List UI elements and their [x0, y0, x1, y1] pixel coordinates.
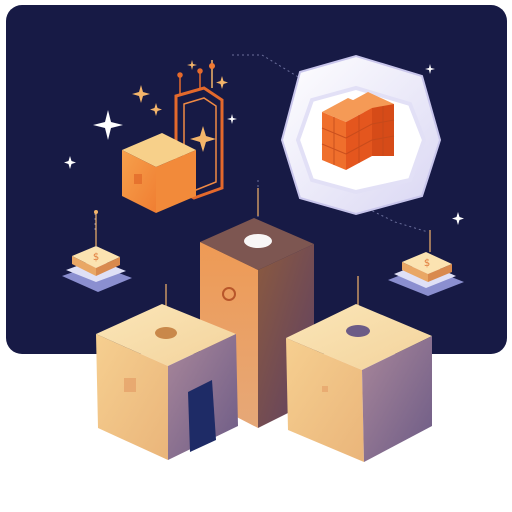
left-chip-glyph: $	[93, 252, 99, 263]
isometric-blocks-illustration: $ $	[6, 5, 507, 462]
door	[188, 380, 216, 452]
right-chip-glyph: $	[424, 258, 430, 269]
